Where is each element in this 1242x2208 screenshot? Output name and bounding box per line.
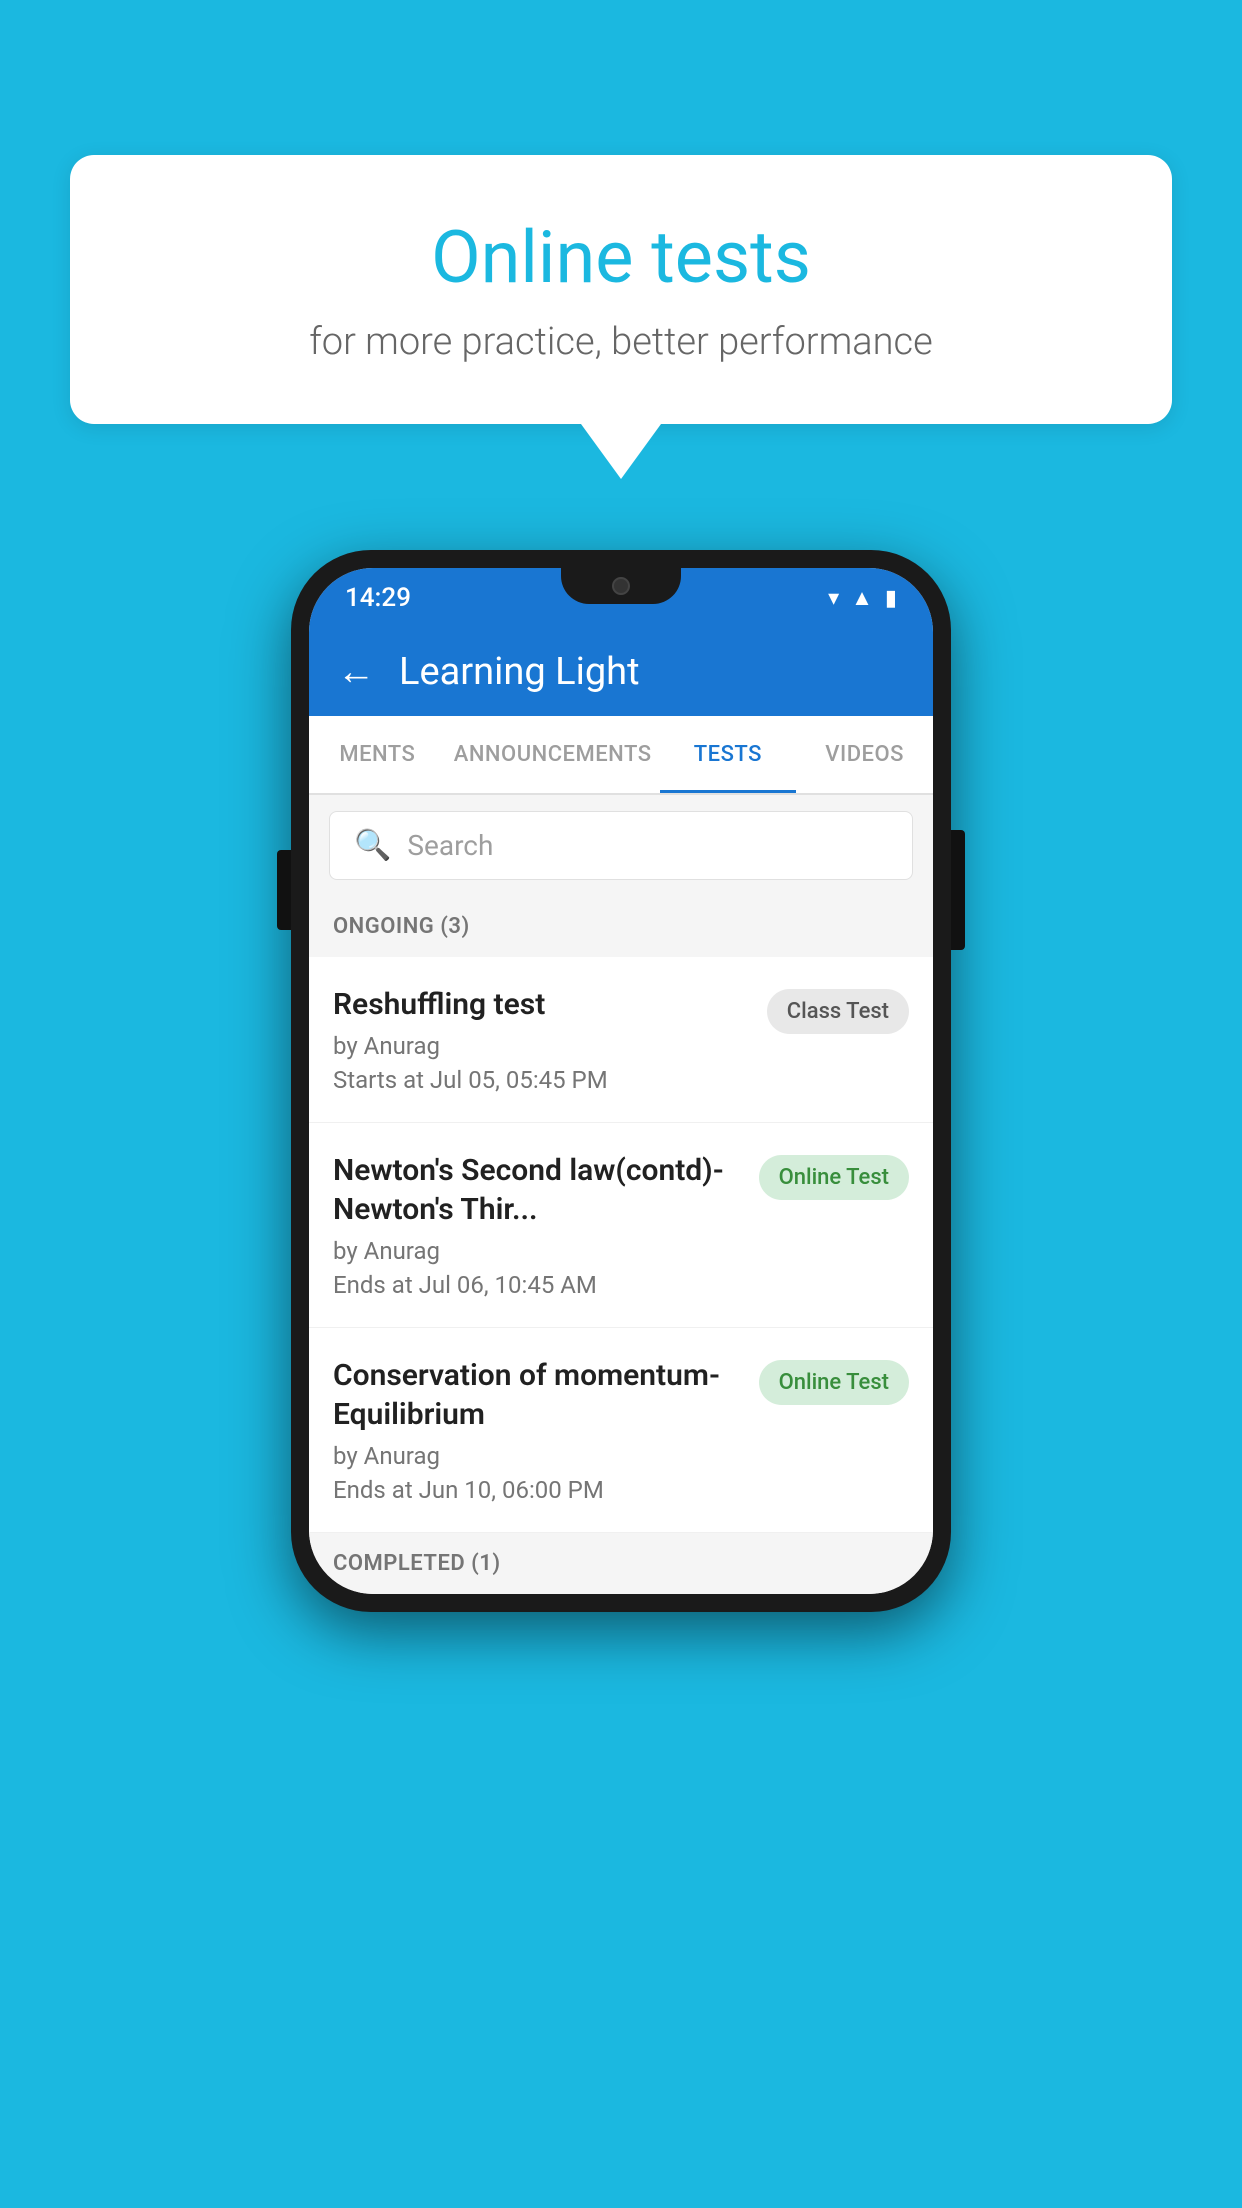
tab-videos[interactable]: VIDEOS	[796, 716, 933, 793]
test-badge-1: Class Test	[767, 989, 909, 1034]
ongoing-section-header: ONGOING (3)	[309, 896, 933, 957]
search-bar[interactable]: 🔍 Search	[329, 811, 913, 880]
speech-bubble-title: Online tests	[150, 215, 1092, 300]
test-title-1: Reshuffling test	[333, 985, 751, 1024]
test-date-1: Starts at Jul 05, 05:45 PM	[333, 1066, 751, 1094]
phone-outer: 14:29 ▾ ▲ ▮ ← Learning Light MENTS ANNOU…	[291, 550, 951, 1612]
app-header: ← Learning Light	[309, 628, 933, 716]
test-date-2: Ends at Jul 06, 10:45 AM	[333, 1271, 743, 1299]
status-bar: 14:29 ▾ ▲ ▮	[309, 568, 933, 628]
test-info-1: Reshuffling test by Anurag Starts at Jul…	[333, 985, 767, 1094]
test-author-1: by Anurag	[333, 1032, 751, 1060]
speech-bubble-section: Online tests for more practice, better p…	[70, 155, 1172, 479]
test-title-2: Newton's Second law(contd)-Newton's Thir…	[333, 1151, 743, 1229]
test-badge-2: Online Test	[759, 1155, 909, 1200]
tab-ments[interactable]: MENTS	[309, 716, 446, 793]
wifi-icon: ▾	[828, 586, 839, 611]
test-author-2: by Anurag	[333, 1237, 743, 1265]
test-info-3: Conservation of momentum-Equilibrium by …	[333, 1356, 759, 1504]
test-badge-3: Online Test	[759, 1360, 909, 1405]
battery-icon: ▮	[885, 586, 897, 611]
test-info-2: Newton's Second law(contd)-Newton's Thir…	[333, 1151, 759, 1299]
test-title-3: Conservation of momentum-Equilibrium	[333, 1356, 743, 1434]
signal-icon: ▲	[851, 585, 873, 611]
test-date-3: Ends at Jun 10, 06:00 PM	[333, 1476, 743, 1504]
test-author-3: by Anurag	[333, 1442, 743, 1470]
camera-icon	[612, 577, 630, 595]
phone-screen: 14:29 ▾ ▲ ▮ ← Learning Light MENTS ANNOU…	[309, 568, 933, 1594]
test-item-newton[interactable]: Newton's Second law(contd)-Newton's Thir…	[309, 1123, 933, 1328]
tests-list: Reshuffling test by Anurag Starts at Jul…	[309, 957, 933, 1533]
app-title: Learning Light	[399, 650, 640, 694]
phone-mockup: 14:29 ▾ ▲ ▮ ← Learning Light MENTS ANNOU…	[291, 550, 951, 1612]
back-button[interactable]: ←	[337, 650, 375, 694]
completed-section-header: COMPLETED (1)	[309, 1533, 933, 1594]
speech-bubble: Online tests for more practice, better p…	[70, 155, 1172, 424]
search-icon: 🔍	[354, 828, 391, 863]
tabs-bar: MENTS ANNOUNCEMENTS TESTS VIDEOS	[309, 716, 933, 795]
search-container: 🔍 Search	[309, 795, 933, 896]
notch	[561, 568, 681, 604]
tab-announcements[interactable]: ANNOUNCEMENTS	[446, 716, 660, 793]
status-time: 14:29	[345, 583, 411, 613]
speech-bubble-arrow	[581, 424, 661, 479]
test-item-reshuffling[interactable]: Reshuffling test by Anurag Starts at Jul…	[309, 957, 933, 1123]
tab-tests[interactable]: TESTS	[660, 716, 797, 793]
speech-bubble-subtitle: for more practice, better performance	[150, 320, 1092, 364]
search-input[interactable]: Search	[407, 829, 493, 862]
status-icons: ▾ ▲ ▮	[828, 585, 897, 611]
test-item-conservation[interactable]: Conservation of momentum-Equilibrium by …	[309, 1328, 933, 1533]
